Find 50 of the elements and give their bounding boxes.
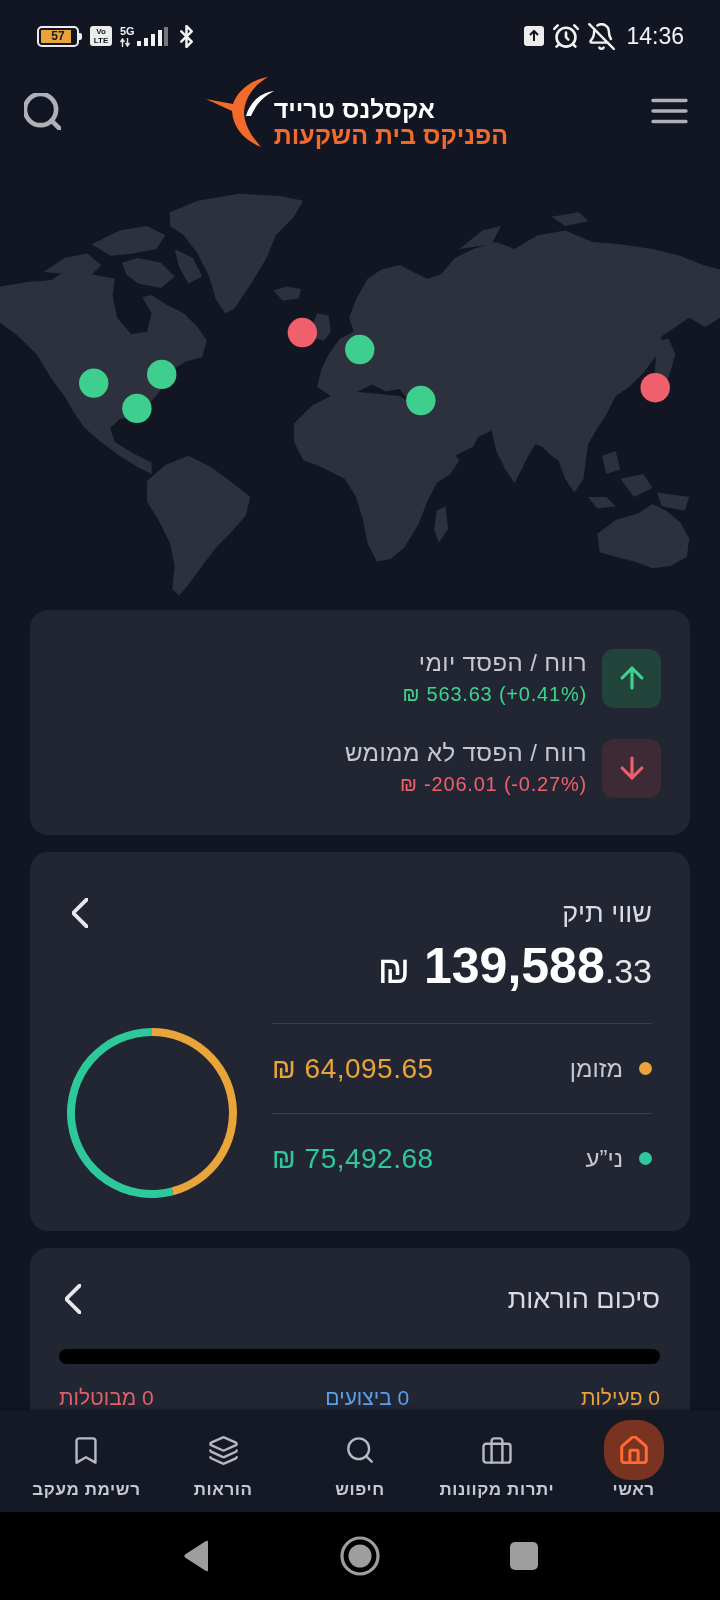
bluetooth-icon	[179, 24, 193, 48]
island-shape	[459, 225, 501, 249]
legend-value: ₪ 75,492.68	[272, 1141, 434, 1176]
pnl-value: ₪ -206.01 (-0.27%)	[399, 772, 587, 797]
order-count: 0 מבוטלות	[59, 1386, 154, 1410]
order-count: 0 פעילות	[580, 1386, 660, 1410]
network-type-label: 5G	[120, 25, 135, 37]
alarm-clock-icon	[553, 23, 580, 49]
legend-label: ני”ע	[585, 1143, 623, 1174]
nav-tab[interactable]: יתרות מקוונות	[428, 1410, 566, 1512]
order-count: 0 ביצועים	[325, 1386, 410, 1410]
volte-badge: Vo LTE	[90, 26, 112, 46]
arrow-down-icon	[602, 738, 661, 798]
search-icon[interactable]	[24, 92, 61, 130]
signal-bars-icon	[136, 26, 168, 46]
island-shape	[551, 212, 589, 226]
legend-value: ₪ 64,095.65	[272, 1051, 434, 1086]
back-icon[interactable]	[182, 1540, 210, 1572]
island-shape	[434, 506, 448, 543]
bell-off-icon	[588, 22, 616, 50]
pnl-label: רווח / הפסד יומי	[418, 648, 587, 678]
data-arrows-icon	[120, 37, 130, 47]
chevron-left-icon[interactable]	[72, 898, 88, 928]
nav-tab[interactable]: הוראות	[154, 1410, 292, 1512]
recents-icon[interactable]	[510, 1542, 538, 1570]
menu-icon[interactable]	[651, 98, 688, 124]
island-shape	[588, 497, 616, 509]
search-icon	[347, 1437, 373, 1463]
upload-icon	[524, 26, 545, 46]
card-title: סיכום הוראות	[507, 1283, 660, 1316]
home-circle-icon[interactable]	[340, 1536, 380, 1576]
briefcase-icon	[481, 1436, 512, 1464]
card-title: שווי תיק	[562, 897, 652, 930]
pnl-value: ₪ 563.63 (+0.41%)	[402, 682, 587, 707]
nav-tab[interactable]: ראשי	[565, 1410, 702, 1512]
island-shape	[43, 253, 102, 275]
bookmark-icon	[75, 1436, 98, 1464]
arrow-up-icon	[602, 648, 661, 708]
battery-indicator: 57	[37, 25, 82, 47]
pnl-label: רווח / הפסד לא ממומש	[344, 738, 587, 768]
chevron-left-icon[interactable]	[65, 1284, 81, 1314]
nav-tab[interactable]: חיפוש	[291, 1410, 429, 1512]
logo-title: אקסלנס טרייד	[273, 96, 435, 122]
legend-label: מזומן	[569, 1053, 623, 1084]
clock-time: 14:36	[626, 23, 684, 49]
nav-tab[interactable]: רשימת מעקב	[18, 1410, 155, 1512]
portfolio-total: ₪ 139,588.33	[377, 938, 652, 996]
logo-subtitle: הפניקס בית השקעות	[273, 122, 509, 148]
home-icon	[603, 1420, 664, 1480]
layers-icon	[208, 1435, 238, 1465]
